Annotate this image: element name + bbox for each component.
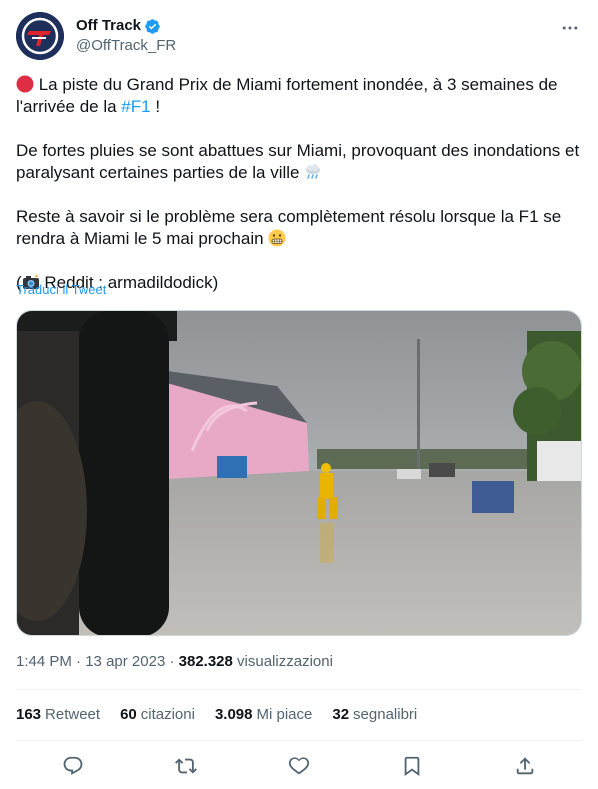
- stat-label: segnalibri: [353, 706, 418, 723]
- like-icon[interactable]: [282, 752, 316, 780]
- stat-count: 3.098: [214, 706, 253, 723]
- tweet-paragraph: La piste du Grand Prix de Miami fortemen…: [16, 74, 582, 118]
- display-name[interactable]: Off Track: [76, 16, 141, 36]
- tweet-time[interactable]: 1:44 PM: [16, 653, 72, 670]
- retweet-icon[interactable]: [169, 752, 203, 780]
- avatar[interactable]: [16, 12, 64, 60]
- stat-bookmarks[interactable]: 32 segnalibri: [332, 705, 417, 725]
- stat-label: Retweet: [45, 706, 101, 723]
- views-count: 382.328: [178, 653, 233, 670]
- bookmark-icon[interactable]: [395, 752, 429, 780]
- tweet-body: La piste du Grand Prix de Miami fortemen…: [16, 74, 582, 294]
- tweet-actions: [16, 752, 582, 780]
- handle[interactable]: @OffTrack_FR: [76, 36, 176, 56]
- off-track-logo-icon: [16, 12, 64, 60]
- stat-quotes[interactable]: 60 citazioni: [120, 705, 195, 725]
- tweet-text-part: !: [150, 97, 161, 116]
- tweet-header: Off Track @OffTrack_FR: [16, 12, 582, 60]
- tweet-stats: 163 Retweet 60 citazioni 3.098 Mi piace 32 s…: [16, 705, 437, 725]
- tweet-text-part: La piste du Grand Prix de Miami fortemen…: [16, 75, 558, 116]
- more-dots-icon[interactable]: [558, 16, 582, 40]
- views-label: visualizzazioni: [232, 653, 333, 670]
- meta-separator: ·: [165, 653, 179, 670]
- stat-count: 163: [16, 706, 42, 723]
- reply-icon[interactable]: [56, 752, 90, 780]
- tweet-media-photo[interactable]: [16, 310, 582, 636]
- meta-separator: ·: [71, 653, 86, 670]
- tweet-paragraph: De fortes pluies se sont abattues sur Mi…: [16, 140, 582, 184]
- translate-tweet-link[interactable]: Traduci il Tweet: [16, 282, 106, 297]
- divider: [16, 740, 582, 741]
- stat-label: citazioni: [140, 706, 195, 723]
- tweet-text-part: De fortes pluies se sont abattues sur Mi…: [16, 141, 580, 182]
- stat-count: 32: [332, 706, 350, 723]
- flooded-track-photo: [17, 311, 581, 635]
- divider: [16, 689, 582, 690]
- verified-badge-icon: [145, 18, 160, 34]
- tweet-text-part: Reste à savoir si le problème sera compl…: [16, 207, 562, 248]
- share-icon[interactable]: [508, 752, 542, 780]
- tweet-paragraph: Reste à savoir si le problème sera compl…: [16, 206, 582, 250]
- stat-label: Mi piace: [256, 706, 313, 723]
- rain-cloud-emoji-icon: [306, 164, 321, 179]
- stat-retweets[interactable]: 163 Retweet: [16, 705, 100, 725]
- author-identity: Off Track @OffTrack_FR: [76, 16, 176, 56]
- red-circle-emoji-icon: [16, 75, 34, 93]
- stat-count: 60: [120, 706, 137, 723]
- tweet-meta: 1:44 PM · 13 apr 2023 · 382.328 visualiz…: [16, 652, 333, 672]
- tweet-date[interactable]: 13 apr 2023: [85, 653, 165, 670]
- hashtag-link[interactable]: #F1: [121, 97, 150, 116]
- stat-likes[interactable]: 3.098 Mi piace: [215, 705, 312, 725]
- grimacing-face-emoji-icon: [268, 229, 286, 247]
